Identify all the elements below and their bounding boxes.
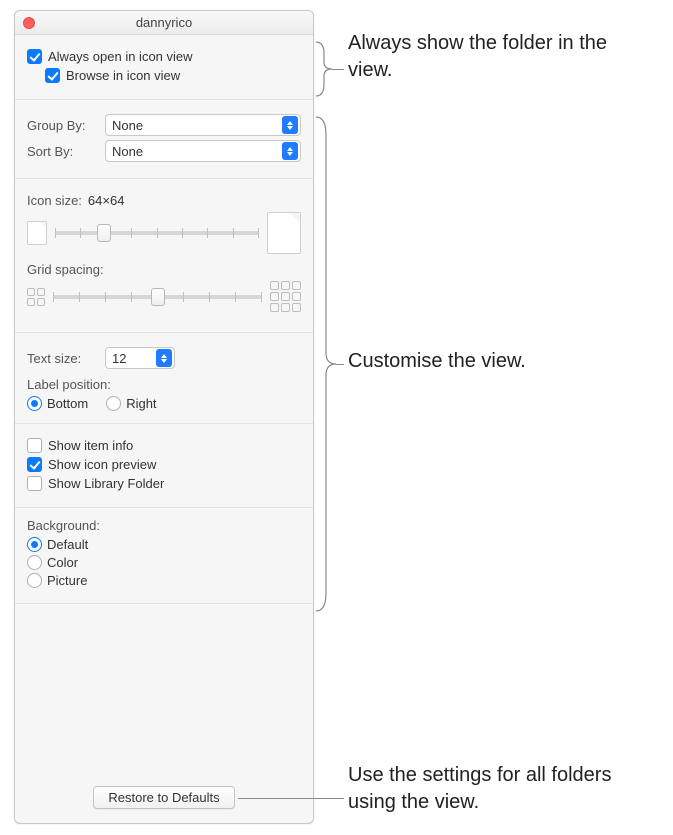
text-size-value: 12 — [112, 351, 126, 366]
browse-label: Browse in icon view — [66, 68, 180, 83]
titlebar: dannyrico — [15, 11, 313, 35]
sort-by-label: Sort By: — [27, 144, 105, 159]
background-heading: Background: — [27, 518, 301, 533]
radio-default[interactable] — [27, 537, 42, 552]
label-pos-bottom[interactable]: Bottom — [27, 396, 88, 411]
sort-by-select[interactable]: None — [105, 140, 301, 162]
callout-always-show: Always show the folder in the view. — [348, 30, 648, 84]
grid-tight-icon — [27, 288, 45, 306]
radio-bottom[interactable] — [27, 396, 42, 411]
icon-size-slider[interactable] — [55, 223, 259, 243]
label-right-text: Right — [126, 396, 156, 411]
bg-color[interactable]: Color — [27, 555, 301, 570]
bg-default[interactable]: Default — [27, 537, 301, 552]
chevron-updown-icon — [156, 349, 172, 367]
grid-spacing-label: Grid spacing: — [27, 262, 301, 277]
text-size-label: Text size: — [27, 351, 105, 366]
close-icon[interactable] — [23, 17, 35, 29]
radio-color[interactable] — [27, 555, 42, 570]
chevron-updown-icon — [282, 142, 298, 160]
show-library-row[interactable]: Show Library Folder — [27, 476, 301, 491]
show-item-info-row[interactable]: Show item info — [27, 438, 301, 453]
callout-line — [332, 69, 344, 70]
callout-restore: Use the settings for all folders using t… — [348, 762, 658, 816]
show-icon-preview-row[interactable]: Show icon preview — [27, 457, 301, 472]
section-arrange: Group By: None Sort By: None — [15, 100, 313, 179]
show-item-info-label: Show item info — [48, 438, 133, 453]
browse-row[interactable]: Browse in icon view — [45, 68, 301, 83]
bg-picture-label: Picture — [47, 573, 87, 588]
group-by-select[interactable]: None — [105, 114, 301, 136]
bg-color-label: Color — [47, 555, 78, 570]
section-text: Text size: 12 Label position: Bottom Rig… — [15, 333, 313, 424]
section-background: Background: Default Color Picture — [15, 508, 313, 604]
radio-picture[interactable] — [27, 573, 42, 588]
callout-line — [238, 798, 344, 799]
group-by-label: Group By: — [27, 118, 105, 133]
always-open-row[interactable]: Always open in icon view — [27, 49, 301, 64]
section-icon: Icon size: 64×64 Grid spacing: — [15, 179, 313, 333]
restore-defaults-button[interactable]: Restore to Defaults — [93, 786, 234, 809]
show-icon-preview-checkbox[interactable] — [27, 457, 42, 472]
icon-size-value: 64×64 — [88, 193, 125, 208]
sort-by-value: None — [112, 144, 143, 159]
file-icon-small — [27, 221, 47, 245]
section-view-mode: Always open in icon view Browse in icon … — [15, 35, 313, 100]
group-by-value: None — [112, 118, 143, 133]
file-icon-large — [267, 212, 301, 254]
callout-line — [336, 364, 344, 365]
view-options-window: dannyrico Always open in icon view Brows… — [14, 10, 314, 824]
browse-checkbox[interactable] — [45, 68, 60, 83]
show-icon-preview-label: Show icon preview — [48, 457, 156, 472]
bg-default-label: Default — [47, 537, 88, 552]
label-position-label: Label position: — [27, 377, 301, 392]
bg-picture[interactable]: Picture — [27, 573, 301, 588]
text-size-select[interactable]: 12 — [105, 347, 175, 369]
show-item-info-checkbox[interactable] — [27, 438, 42, 453]
grid-loose-icon — [270, 281, 301, 312]
always-open-label: Always open in icon view — [48, 49, 193, 64]
show-library-label: Show Library Folder — [48, 476, 164, 491]
label-pos-right[interactable]: Right — [106, 396, 156, 411]
callout-customise: Customise the view. — [348, 348, 648, 375]
window-title: dannyrico — [136, 15, 192, 30]
radio-right[interactable] — [106, 396, 121, 411]
always-open-checkbox[interactable] — [27, 49, 42, 64]
label-bottom-text: Bottom — [47, 396, 88, 411]
section-show: Show item info Show icon preview Show Li… — [15, 424, 313, 508]
chevron-updown-icon — [282, 116, 298, 134]
show-library-checkbox[interactable] — [27, 476, 42, 491]
icon-size-label: Icon size: — [27, 193, 82, 208]
grid-spacing-slider[interactable] — [53, 287, 262, 307]
